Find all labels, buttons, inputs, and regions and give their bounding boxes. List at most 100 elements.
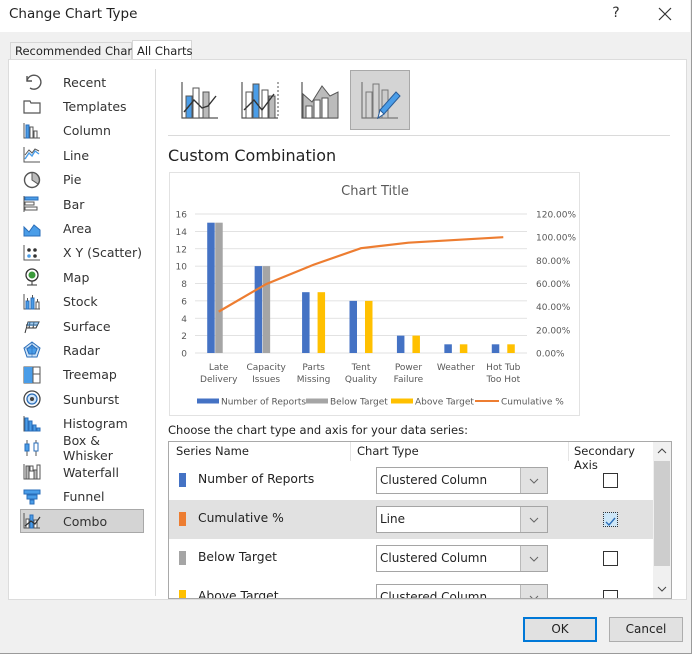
sidebar-item-x-y-scatter[interactable]: X Y (Scatter) (12, 241, 152, 265)
bar-below-target (262, 266, 271, 353)
dropdown-arrow[interactable] (520, 585, 547, 598)
legend-label: Above Target (415, 398, 474, 408)
sidebar-item-map[interactable]: Map (12, 265, 152, 289)
combo-chart-icon (22, 512, 42, 530)
stock-chart-icon (22, 293, 42, 311)
tab-all-charts[interactable]: All Charts (132, 40, 193, 61)
sidebar-item-label: Column (63, 123, 111, 139)
series-color-swatch (179, 590, 186, 598)
chart-type-dropdown[interactable]: Clustered Column (376, 467, 548, 494)
ok-button[interactable]: OK (523, 617, 597, 642)
sidebar-item-waterfall[interactable]: Waterfall (12, 460, 152, 484)
sidebar-item-label: Surface (63, 318, 111, 334)
series-row[interactable]: Cumulative % Line (169, 500, 653, 539)
x-tick-label: Too Hot (485, 375, 520, 385)
pie-chart-icon (22, 171, 42, 189)
x-tick-label: Issues (252, 375, 280, 385)
secondary-axis-checkbox[interactable] (603, 512, 618, 527)
header-series-name: Series Name (176, 444, 249, 458)
sidebar-item-surface[interactable]: Surface (12, 314, 152, 338)
sidebar-item-label: Area (63, 221, 92, 237)
scroll-thumb[interactable] (654, 461, 670, 566)
subtype-stacked-area-clustered-column[interactable] (290, 70, 350, 130)
sidebar-item-templates[interactable]: Templates (12, 94, 152, 118)
box-whisker-chart-icon (22, 439, 42, 457)
series-name: Below Target (198, 550, 277, 564)
sidebar-item-box-whisker[interactable]: Box & Whisker (12, 433, 152, 463)
y2-tick-label: 80.00% (536, 257, 571, 267)
y2-tick-label: 120.00% (536, 211, 576, 221)
bar-above-target (412, 335, 420, 353)
chart-svg: Chart Title 0 2 4 6 8 10 12 14 16 0.00% 20.00% 40.00… (176, 184, 577, 408)
subtype-clustered-column-line[interactable] (170, 70, 230, 130)
chevron-down-icon (529, 595, 539, 598)
x-tick-label: Late (209, 363, 229, 373)
y2-tick-label: 40.00% (536, 303, 571, 313)
secondary-axis-checkbox[interactable] (603, 590, 618, 598)
sidebar-item-treemap[interactable]: Treemap (12, 363, 152, 387)
sidebar-item-bar[interactable]: Bar (12, 192, 152, 216)
sidebar-item-combo[interactable]: Combo (20, 509, 144, 534)
x-tick-label: Weather (437, 363, 475, 373)
series-row[interactable]: Below Target Clustered Column (169, 539, 653, 578)
x-tick-label: Delivery (200, 375, 238, 385)
sidebar-item-radar[interactable]: Radar (12, 338, 152, 362)
series-name: Above Target (198, 589, 279, 599)
sidebar-item-stock[interactable]: Stock (12, 290, 152, 314)
tab-recommended-charts[interactable]: Recommended Charts (10, 42, 143, 60)
sidebar-item-funnel[interactable]: Funnel (12, 485, 152, 509)
histogram-chart-icon (22, 415, 42, 433)
sidebar-item-label: Funnel (63, 489, 105, 505)
sidebar-item-line[interactable]: Line (12, 143, 152, 167)
help-button[interactable]: ? (606, 5, 626, 25)
section-title: Custom Combination (168, 146, 337, 165)
dropdown-arrow[interactable] (520, 546, 547, 571)
chevron-down-icon (529, 556, 539, 562)
close-button[interactable] (654, 3, 676, 25)
chart-type-list: Recent Templates Column Line Pie Bar Area X Y (… (12, 70, 152, 534)
chevron-down-icon (529, 517, 539, 523)
secondary-axis-checkbox[interactable] (603, 551, 618, 566)
subtype-clustered-column-line-secondary[interactable] (230, 70, 290, 130)
cancel-button[interactable]: Cancel (609, 617, 683, 642)
bar-number-of-reports (254, 266, 263, 353)
checkmark-icon (605, 517, 616, 527)
series-table-scrollbar[interactable] (653, 442, 671, 598)
separator (168, 135, 670, 136)
treemap-chart-icon (22, 366, 42, 384)
sidebar-item-column[interactable]: Column (12, 119, 152, 143)
radar-chart-icon (22, 341, 42, 359)
series-color-swatch (179, 473, 186, 487)
sidebar-item-recent[interactable]: Recent (12, 70, 152, 94)
sidebar-item-sunburst[interactable]: Sunburst (12, 387, 152, 411)
sidebar-item-area[interactable]: Area (12, 216, 152, 240)
scroll-up-button[interactable] (653, 442, 671, 460)
chart-title: Chart Title (341, 184, 409, 199)
x-tick-label: Parts (302, 363, 325, 373)
chart-type-value: Clustered Column (380, 473, 488, 487)
legend-swatch (391, 398, 413, 404)
bar-number-of-reports (207, 222, 215, 353)
x-tick-label: Missing (297, 375, 331, 385)
chart-type-dropdown[interactable]: Line (376, 506, 548, 533)
dropdown-arrow[interactable] (520, 507, 547, 532)
y2-tick-label: 60.00% (536, 280, 571, 290)
dropdown-arrow[interactable] (520, 468, 547, 493)
sidebar-item-pie[interactable]: Pie (12, 168, 152, 192)
series-name: Number of Reports (198, 472, 315, 486)
sidebar-item-label: X Y (Scatter) (63, 245, 142, 261)
y-tick-label: 8 (181, 280, 187, 290)
scroll-down-button[interactable] (653, 580, 671, 598)
chevron-down-icon (529, 478, 539, 484)
y-tick-label: 6 (181, 297, 187, 307)
secondary-axis-checkbox[interactable] (603, 473, 618, 488)
stacked-area-column-icon (301, 82, 339, 119)
series-row[interactable]: Number of Reports Clustered Column (169, 461, 653, 500)
chevron-down-icon (657, 586, 667, 592)
chart-type-dropdown[interactable]: Clustered Column (376, 545, 548, 572)
x-tick-label: Failure (394, 375, 424, 385)
chart-type-dropdown[interactable]: Clustered Column (376, 584, 548, 598)
clustered-column-line-icon (181, 82, 218, 119)
subtype-custom-combination[interactable] (350, 70, 410, 130)
series-row[interactable]: Above Target Clustered Column (169, 578, 653, 599)
